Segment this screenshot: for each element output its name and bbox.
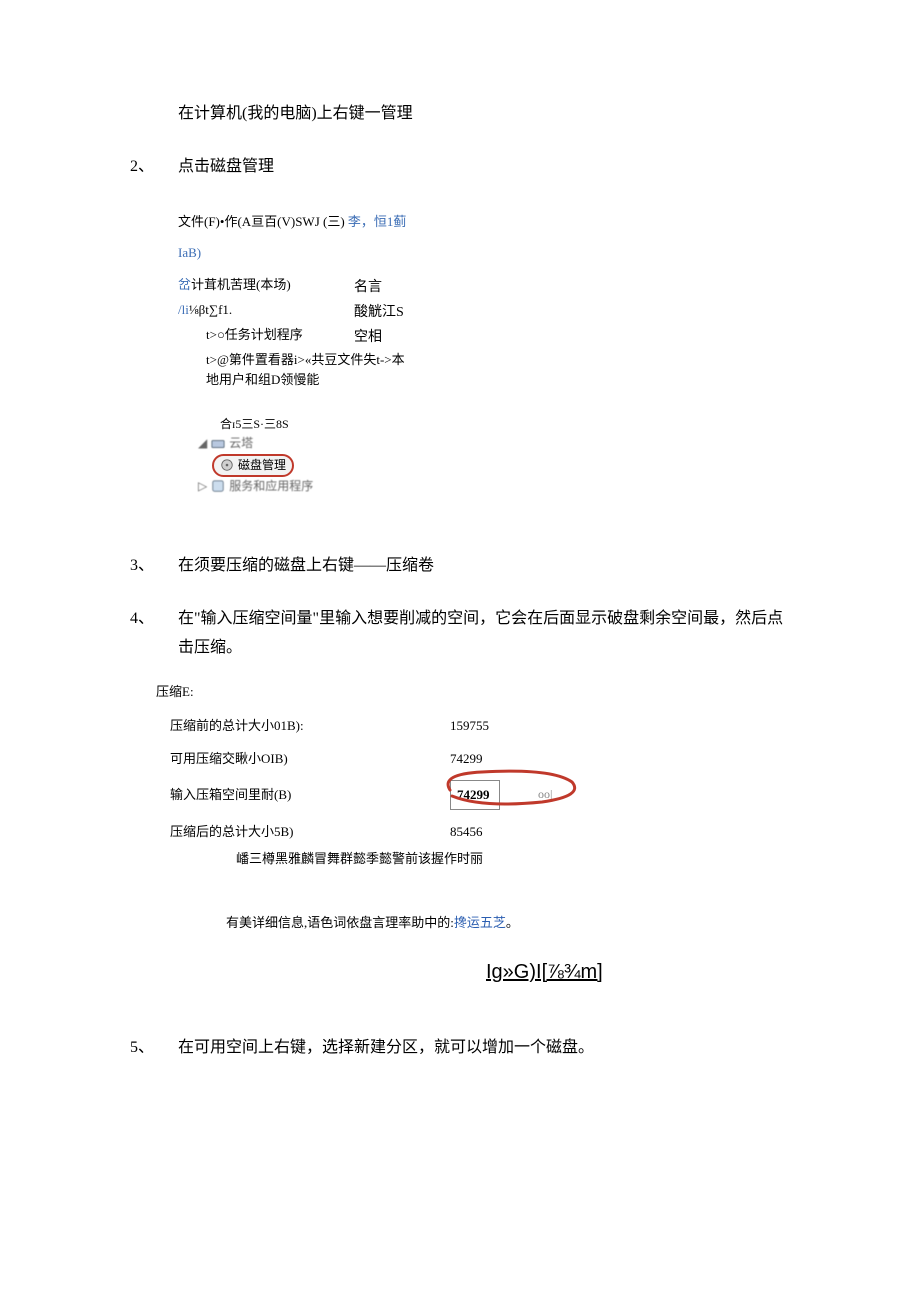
mmc-tree-services: ▷ 服务和应用程序	[198, 477, 790, 496]
expand-icon: ◢	[198, 434, 207, 453]
mmc-right-label-3: 空相	[354, 325, 382, 350]
compress-button[interactable]: Ig»G)I[⅞¾m]	[486, 954, 790, 990]
mmc-tree-caption: 合ɪ5三S·三8S	[220, 415, 790, 434]
compress-avail-value: 74299	[450, 747, 530, 770]
step-5: 5、 在可用空间上右键，选择新建分区，就可以增加一个磁盘。	[130, 1034, 790, 1063]
mmc-tree-row-root: 岔计茸机苦理(本场) 名言	[178, 275, 790, 300]
step-2-num: 2、	[130, 153, 178, 182]
mmc-menubar: 文件(F)•作(A亘百(V)SWJ (三) 李，恒1蓟	[178, 212, 790, 232]
compress-input-field[interactable]: 74299	[450, 780, 500, 809]
compress-before-label: 压缩前的总计大小01B):	[170, 714, 450, 737]
step-2: 2、 点击磁盘管理	[130, 153, 790, 182]
compress-avail-label: 可用压缩交瞅小OIB)	[170, 747, 450, 770]
step-4: 4、 在"输入压缩空间量"里输入想要削减的空间，它会在后面显示破盘剩余空间最，然…	[130, 605, 790, 663]
compress-before-value: 159755	[450, 714, 530, 737]
step-4-num: 4、	[130, 605, 178, 663]
compress-row-before: 压缩前的总计大小01B): 159755	[156, 714, 790, 737]
expand-icon: ▷	[198, 477, 207, 496]
mmc-tree-row-2: /li⅛βt∑f1. 酸觥江S	[178, 300, 790, 325]
mmc-tree-image-block: 合ɪ5三S·三8S ◢ 云塔 磁盘管理 ▷ 服务和应用程序	[198, 415, 790, 496]
step-5-num: 5、	[130, 1034, 178, 1063]
services-icon	[211, 479, 225, 493]
mmc-right-label-2: 酸觥江S	[354, 300, 404, 325]
mmc-right-label-1: 名言	[354, 275, 382, 300]
mmc-tree-disk-management[interactable]: 磁盘管理	[198, 454, 790, 477]
mmc-tree-row-3: t>○任务计划程序 空相	[178, 325, 790, 350]
compress-dialog: 压缩E: 压缩前的总计大小01B): 159755 可用压缩交瞅小OIB) 74…	[156, 680, 790, 990]
compress-input-highlight: 74299	[450, 780, 500, 809]
compress-title: 压缩E:	[156, 680, 790, 703]
compress-row-input: 输入压箱空间里耐(B) 74299 oo|	[156, 780, 790, 809]
step-4-text: 在"输入压缩空间量"里输入想要削减的空间，它会在后面显示破盘剩余空间最，然后点击…	[178, 605, 790, 663]
spinner-icon: oo|	[538, 784, 552, 806]
mmc-tree-storage: ◢ 云塔	[198, 434, 790, 453]
compress-after-value: 85456	[450, 820, 530, 843]
mmc-toolbar: IaB)	[178, 243, 790, 263]
help-link[interactable]: 搀运五芝	[454, 915, 506, 930]
step-2-text: 点击磁盘管理	[178, 153, 790, 182]
compress-after-label: 压缩后的总计大小5B)	[170, 820, 450, 843]
step-3-num: 3、	[130, 552, 178, 581]
mmc-window-block: 文件(F)•作(A亘百(V)SWJ (三) 李，恒1蓟 IaB) 岔计茸机苦理(…	[178, 212, 790, 496]
step-3: 3、 在须要压缩的磁盘上右键——压缩卷	[130, 552, 790, 581]
compress-info: 有美详细信息,语色词依盘言理率助中的:搀运五芝。	[226, 911, 790, 934]
compress-note: 嶓三樽黑雅麟冒舞群懿季懿警前该握作时丽	[236, 847, 790, 870]
intro-line: 在计算机(我的电脑)上右键一管理	[130, 100, 790, 129]
disk-icon	[220, 458, 234, 472]
compress-row-avail: 可用压缩交瞅小OIB) 74299	[156, 747, 790, 770]
compress-row-after: 压缩后的总计大小5B) 85456	[156, 820, 790, 843]
storage-icon	[211, 437, 225, 451]
step-3-text: 在须要压缩的磁盘上右键——压缩卷	[178, 552, 790, 581]
mmc-tree-row-4: t>@第件置看器i>«共豆文件失t->本地用户和组D领慢能	[178, 350, 408, 389]
step-5-text: 在可用空间上右键，选择新建分区，就可以增加一个磁盘。	[178, 1034, 790, 1063]
compress-input-label: 输入压箱空间里耐(B)	[170, 783, 450, 806]
